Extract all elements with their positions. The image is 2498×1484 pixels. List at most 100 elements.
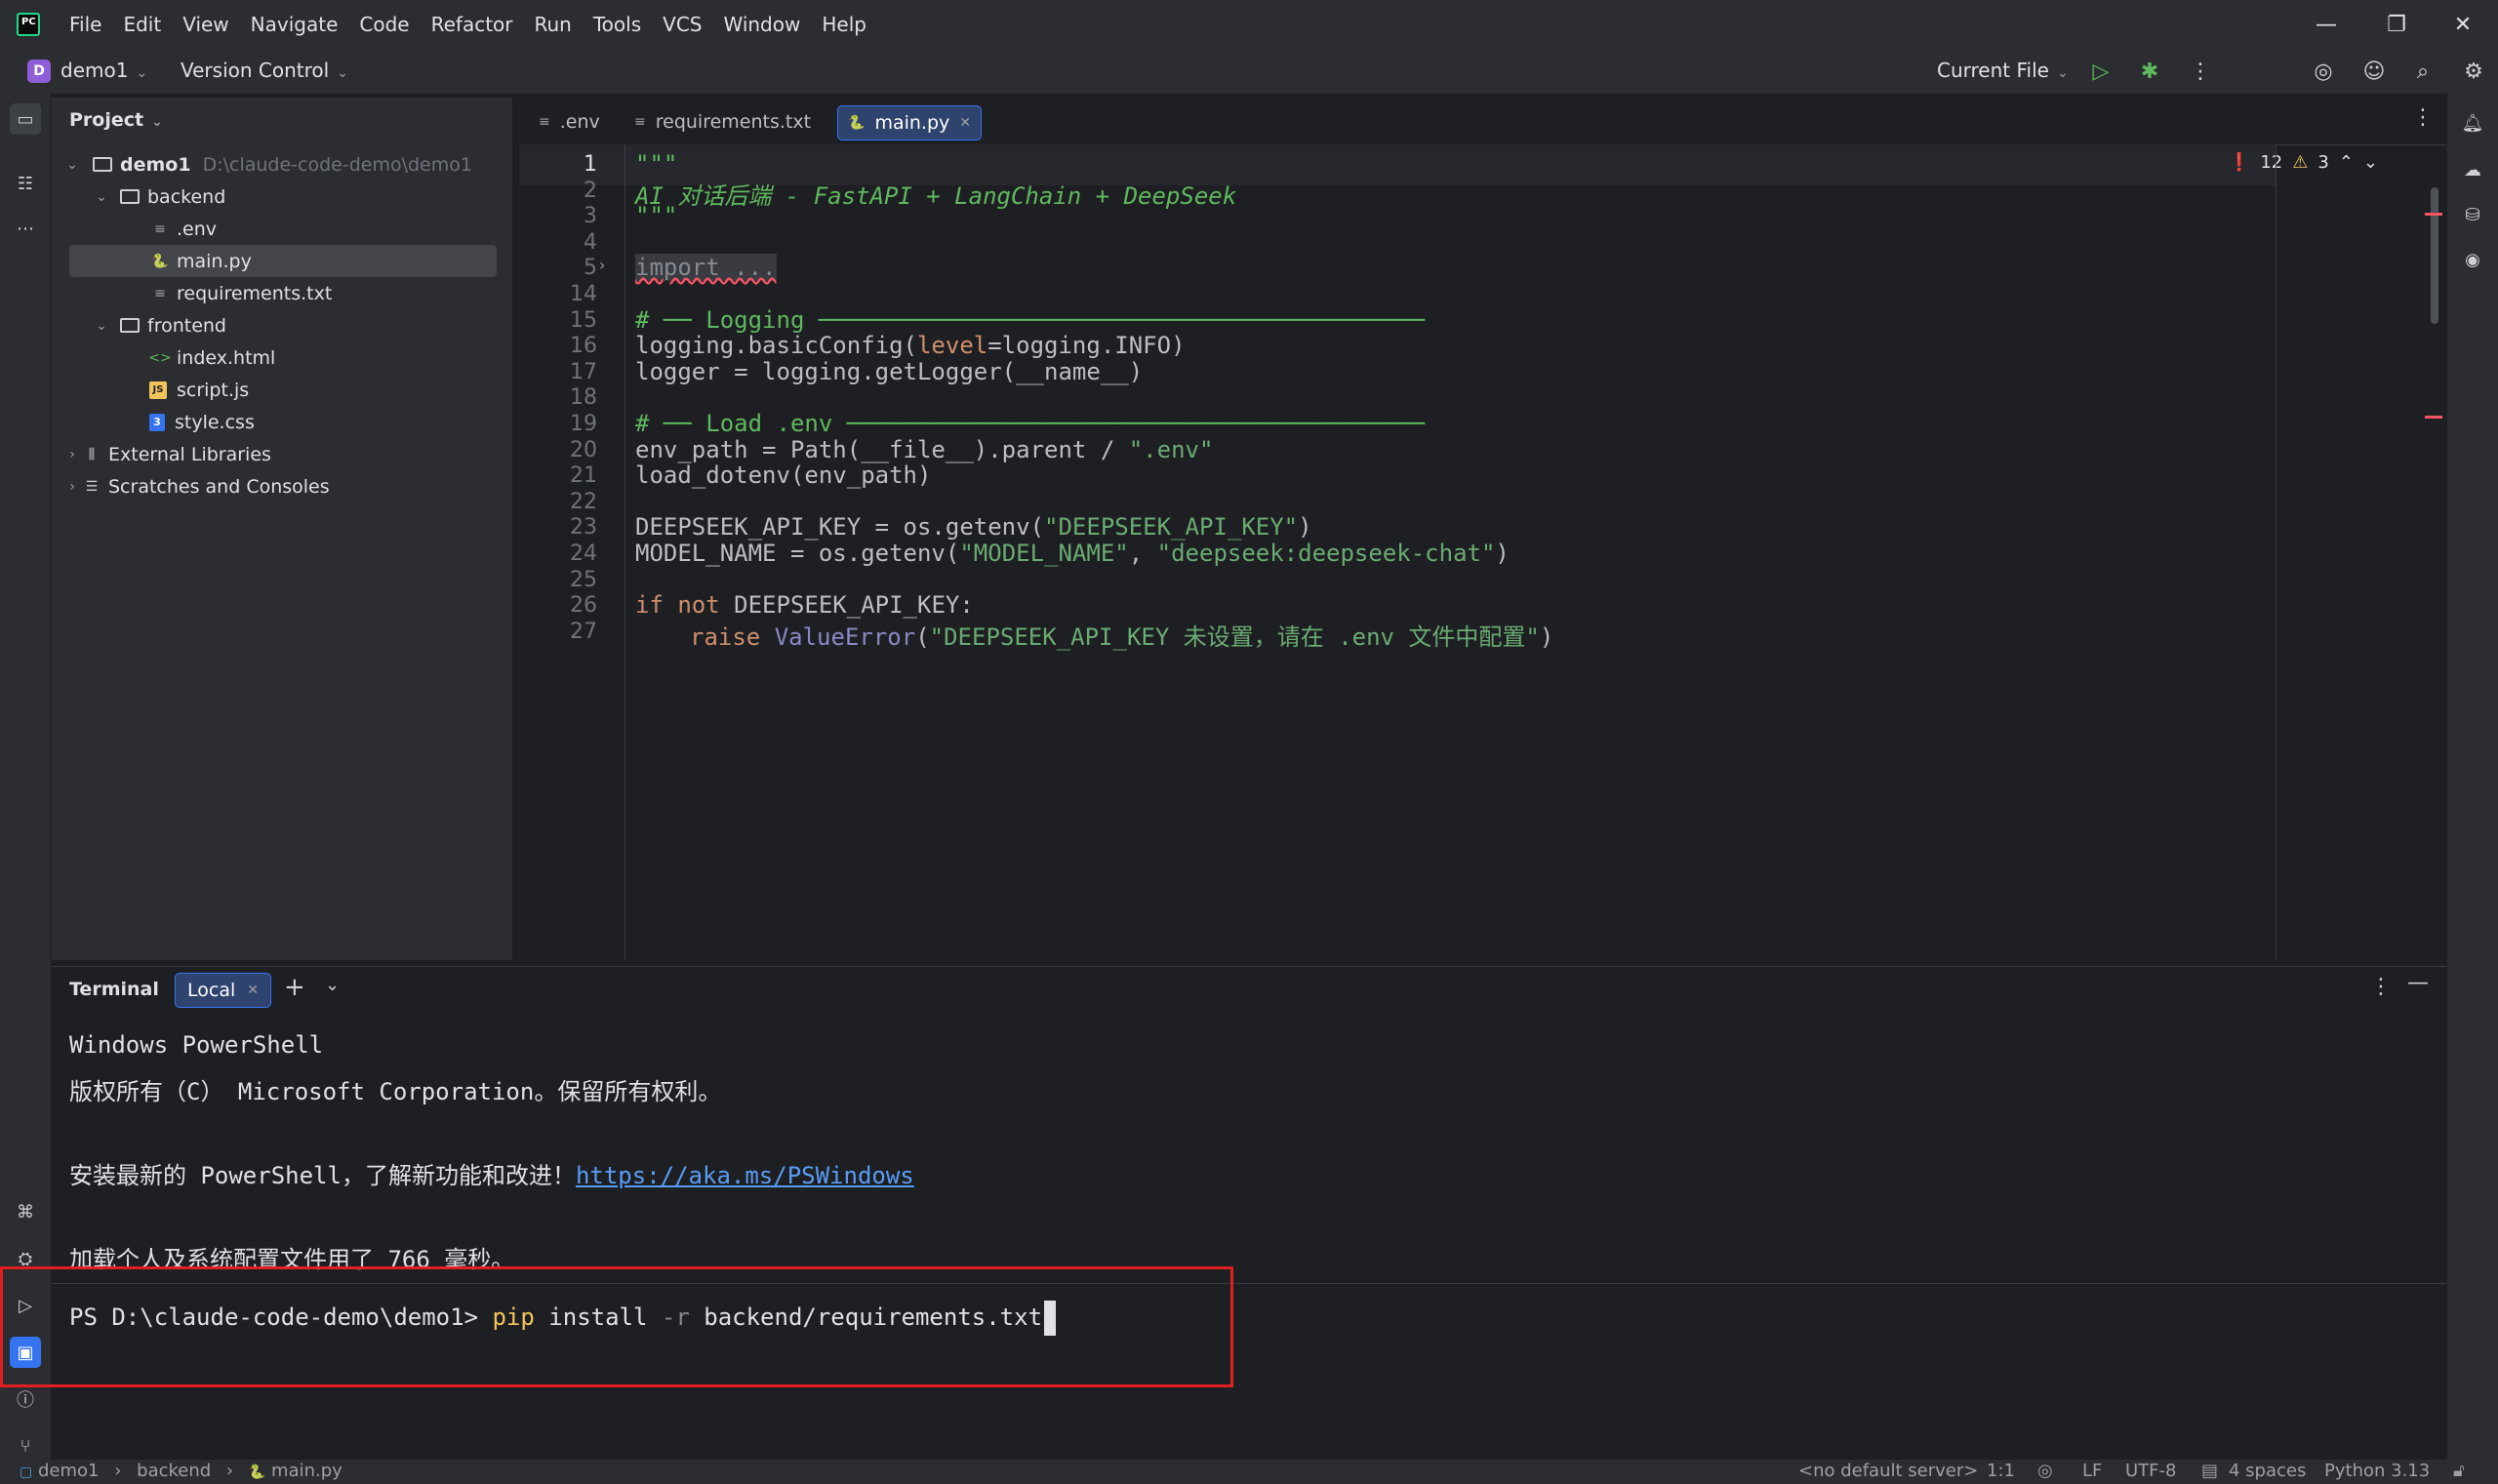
copilot-status-icon[interactable]: ◎ [2037, 1461, 2053, 1481]
tree-external-libraries[interactable]: › ⫼ External Libraries [63, 438, 271, 470]
chevron-down-icon[interactable]: ⌄ [325, 975, 340, 995]
breadcrumb-item[interactable]: demo1 [38, 1461, 100, 1481]
minimize-icon[interactable]: — [2291, 0, 2361, 49]
settings-gear-icon[interactable]: ⚙ [2459, 57, 2488, 86]
tree-folder-frontend[interactable]: ⌄ frontend [93, 309, 226, 341]
more-actions-icon[interactable]: ⋮ [2186, 57, 2215, 86]
tree-label: index.html [177, 346, 276, 369]
project-badge[interactable]: D [27, 60, 51, 83]
tree-file-requirements[interactable]: ≡ requirements.txt [149, 277, 332, 309]
run-config-label: Current File [1937, 59, 2049, 82]
editor-tab-bar: ≡ .env ≡ requirements.txt 🐍 main.py ✕ ⋮ [519, 98, 2446, 145]
notifications-icon[interactable]: 🔔︎ [2457, 107, 2488, 139]
line-separator[interactable]: LF [2082, 1461, 2102, 1481]
line-number: 2 [584, 179, 597, 203]
pycharm-logo-icon[interactable]: PC [17, 13, 40, 36]
debug-icon[interactable]: ✱ [2135, 57, 2164, 86]
tree-file-style-css[interactable]: 3 style.css [149, 406, 255, 438]
error-stripe-marker[interactable] [2425, 213, 2442, 216]
terminal-line: Windows PowerShell [69, 1031, 324, 1059]
close-tab-icon[interactable]: ✕ [247, 983, 259, 998]
hide-panel-icon[interactable]: — [2407, 971, 2429, 995]
root-folder-name: demo1 [120, 153, 191, 176]
root-folder-path: D:\claude-code-demo\demo1 [202, 153, 472, 176]
new-terminal-icon[interactable]: + [284, 973, 305, 1002]
close-window-icon[interactable]: ✕ [2428, 0, 2498, 49]
problems-tool-icon[interactable]: ⓘ [10, 1384, 41, 1415]
terminal-options-icon[interactable]: ⋮ [2370, 975, 2392, 999]
tree-file-script-js[interactable]: JS script.js [149, 374, 249, 406]
scratches-icon: ☰ [85, 478, 99, 495]
project-tool-icon[interactable]: ▭ [10, 103, 41, 135]
tab-main-py[interactable]: 🐍 main.py ✕ [837, 105, 982, 140]
line-number: 23 [570, 515, 597, 540]
inspections-widget[interactable]: ❗ 12 ⚠ 3 ⌃ ⌄ [2229, 152, 2378, 173]
line-number: 19 [570, 412, 597, 436]
code-line-19: # ── Load .env ─────────────────────────… [635, 410, 1426, 437]
tree-file-main-py[interactable]: 🐍 main.py [69, 245, 497, 277]
left-tool-stripe: ▭ ☷ ⋯ ⌘ ⛭ ▷ ▣ ⓘ ⑂ [0, 94, 51, 1460]
terminal-tab-local[interactable]: Local ✕ [175, 973, 271, 1008]
code-with-me-icon[interactable]: ☺ [2359, 57, 2389, 86]
menu-refactor[interactable]: Refactor [431, 13, 513, 36]
line-number: 21 [570, 463, 597, 488]
structure-tool-icon[interactable]: ☷ [10, 168, 41, 199]
text-file-icon: ≡ [539, 114, 550, 130]
tab-options-icon[interactable]: ⋮ [2412, 105, 2434, 130]
project-selector[interactable]: demo1 ⌄ [60, 59, 147, 82]
fold-expand-icon[interactable]: › [599, 256, 605, 274]
git-tool-icon[interactable]: ⑂ [10, 1430, 41, 1462]
file-encoding[interactable]: UTF-8 [2125, 1461, 2176, 1481]
tree-label: Scratches and Consoles [108, 475, 330, 498]
tab-env[interactable]: ≡ .env [529, 105, 610, 139]
tree-label: requirements.txt [177, 282, 333, 304]
python-console-icon[interactable]: ⌘ [10, 1196, 41, 1227]
menu-run[interactable]: Run [535, 13, 572, 36]
tab-requirements[interactable]: ≡ requirements.txt [624, 105, 821, 139]
chevron-up-icon[interactable]: ⌃ [2339, 152, 2354, 173]
powershell-link[interactable]: https://aka.ms/PSWindows [576, 1162, 914, 1189]
ai-chat-icon[interactable]: ☁ [2457, 154, 2488, 185]
readonly-lock-icon[interactable]: 🔓︎ [2453, 1461, 2465, 1481]
indent-setting[interactable]: 4 spaces [2229, 1461, 2306, 1481]
tree-file-index-html[interactable]: <> index.html [148, 341, 276, 374]
menu-code[interactable]: Code [359, 13, 409, 36]
breadcrumb-item[interactable]: backend [137, 1461, 211, 1481]
menu-vcs[interactable]: VCS [663, 13, 702, 36]
copilot-icon[interactable]: ◉ [2457, 244, 2488, 275]
error-stripe-marker[interactable] [2425, 416, 2442, 419]
menu-bar: PC File Edit View Navigate Code Refactor… [0, 0, 2498, 49]
project-panel-title[interactable]: Project ⌄ [69, 109, 163, 131]
breadcrumb-item[interactable]: main.py [271, 1461, 342, 1481]
menu-help[interactable]: Help [822, 13, 866, 36]
status-bar: ▢ demo1 › backend › 🐍 main.py <no defaul… [0, 1460, 2498, 1484]
line-number: 5 [584, 256, 597, 280]
menu-edit[interactable]: Edit [123, 13, 161, 36]
tree-scratches[interactable]: › ☰ Scratches and Consoles [63, 470, 330, 502]
menu-tools[interactable]: Tools [593, 13, 641, 36]
tree-root-demo1[interactable]: ⌄ demo1 D:\claude-code-demo\demo1 [63, 148, 472, 180]
search-icon[interactable]: ⌕ [2408, 57, 2438, 86]
chevron-down-icon[interactable]: ⌄ [2363, 152, 2378, 173]
line-number: 3 [584, 204, 597, 228]
tree-file-env[interactable]: ≡ .env [149, 213, 217, 245]
version-control-menu[interactable]: Version Control ⌄ [181, 59, 348, 82]
run-config-selector[interactable]: Current File ⌄ [1937, 59, 2069, 82]
run-icon[interactable]: ▷ [2086, 57, 2115, 86]
editor-scrollbar[interactable] [2431, 187, 2438, 324]
folded-imports[interactable]: import ... [635, 254, 777, 281]
python-interpreter[interactable]: Python 3.13 [2324, 1461, 2430, 1481]
server-indicator[interactable]: <no default server> [1798, 1461, 1978, 1481]
menu-file[interactable]: File [69, 13, 101, 36]
more-tools-icon[interactable]: ⋯ [10, 213, 41, 244]
restore-icon[interactable]: ❐ [2361, 0, 2432, 49]
caret-position[interactable]: 1:1 [1987, 1461, 2015, 1481]
menu-navigate[interactable]: Navigate [251, 13, 339, 36]
terminal-line: 版权所有（C） Microsoft Corporation。保留所有权利。 [69, 1078, 722, 1105]
menu-view[interactable]: View [182, 13, 228, 36]
tree-folder-backend[interactable]: ⌄ backend [93, 180, 225, 213]
close-tab-icon[interactable]: ✕ [959, 115, 971, 131]
menu-window[interactable]: Window [723, 13, 800, 36]
database-icon[interactable]: ⛁ [2457, 199, 2488, 230]
ai-assistant-icon[interactable]: ◎ [2309, 57, 2338, 86]
